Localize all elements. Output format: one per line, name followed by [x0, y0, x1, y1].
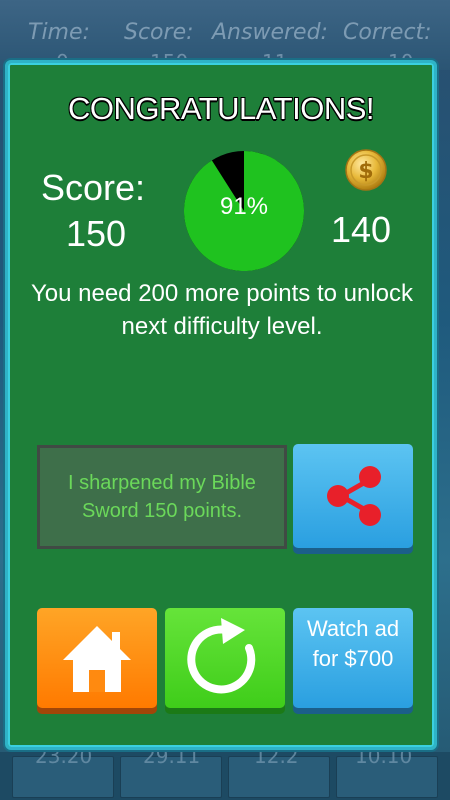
bg-score-label: Score: — [124, 20, 194, 45]
home-icon — [63, 626, 131, 692]
share-icon — [327, 466, 381, 526]
bg-correct-label: Correct: — [343, 20, 432, 45]
score-label: Score: — [41, 167, 146, 208]
screen: Time: Score: Answered: Correct: 0 150 11… — [0, 0, 450, 800]
accuracy-pie-chart: 91% — [182, 149, 306, 273]
dollar-coin-icon: $ — [345, 149, 387, 191]
bg-answered-label: Answered: — [212, 20, 328, 45]
score-value: 150 — [66, 213, 127, 254]
share-button[interactable] — [293, 444, 413, 548]
replay-button[interactable] — [165, 608, 285, 708]
coins-value: 140 — [331, 209, 392, 250]
watch-ad-button[interactable]: Watch ad for $700 — [293, 608, 413, 708]
results-dialog: CONGRATULATIONS! Score: 150 91% $ 140 Yo… — [5, 60, 437, 750]
watch-ad-label: Watch ad for $700 — [306, 616, 400, 671]
unlock-message: You need 200 more points to unlock next … — [30, 280, 414, 340]
home-button[interactable] — [37, 608, 157, 708]
dialog-title: CONGRATULATIONS! — [67, 91, 375, 126]
share-text: I sharpened my Bible Sword 150 points. — [68, 472, 256, 522]
svg-text:$: $ — [358, 159, 373, 184]
replay-icon — [187, 618, 256, 694]
share-text-box: I sharpened my Bible Sword 150 points. — [37, 445, 287, 549]
bg-time-label: Time: — [28, 20, 90, 45]
accuracy-percent: 91% — [219, 193, 269, 220]
